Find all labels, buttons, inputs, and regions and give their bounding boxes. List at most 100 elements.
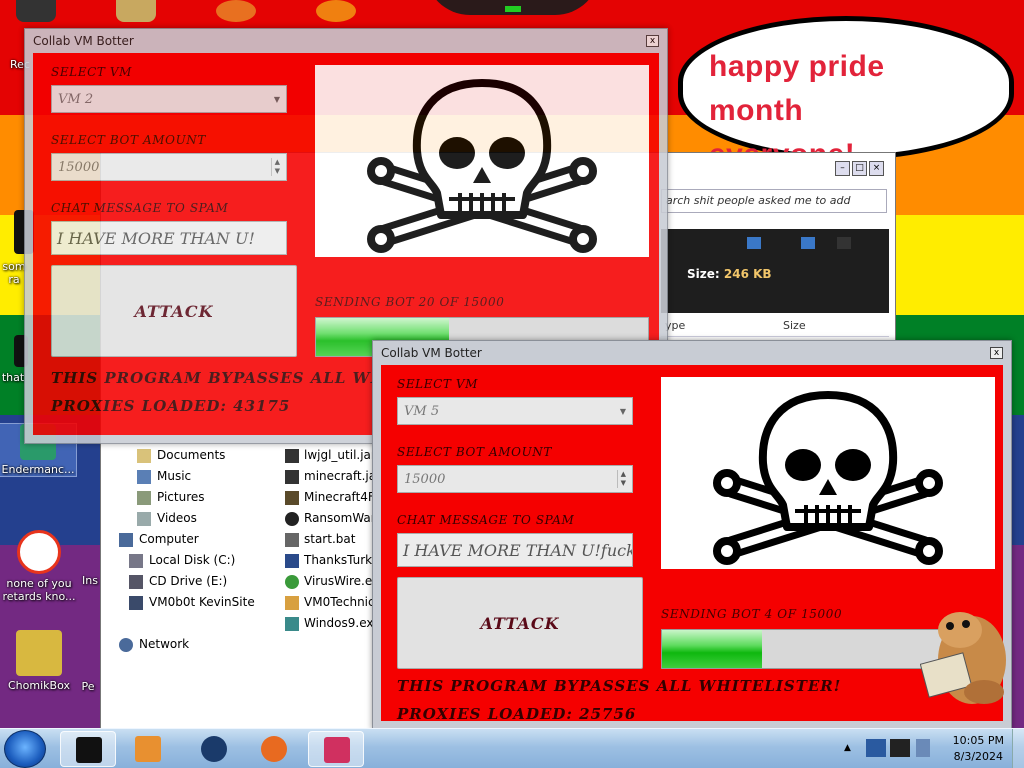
recycle-bin-icon[interactable] <box>16 0 56 22</box>
taskbar-btn-media[interactable] <box>120 731 176 767</box>
device-tray-icon[interactable] <box>890 739 910 757</box>
taskbar-btn-botter[interactable] <box>308 731 364 767</box>
jar-icon <box>285 448 299 463</box>
app-icon[interactable] <box>216 0 256 22</box>
taskbar-btn-firefox[interactable] <box>246 731 302 767</box>
bot-amount-stepper[interactable]: 15000 ▲ ▼ <box>397 465 633 493</box>
desktop-icon-3[interactable]: that <box>0 335 28 384</box>
botter-window-2[interactable]: Collab VM Botter x SELECT VM VM 5 ▼ SELEC… <box>372 340 1012 730</box>
attack-button[interactable]: ATTACK <box>51 265 297 357</box>
stepper-arrows-icon[interactable]: ▲ ▼ <box>616 470 626 488</box>
hamster-icon <box>919 612 1006 704</box>
file-item[interactable]: start.bat <box>285 529 381 550</box>
window-title: Collab VM Botter <box>33 34 134 48</box>
help-icon[interactable] <box>837 237 851 249</box>
clock[interactable]: 10:05 PM 8/3/2024 <box>953 733 1004 765</box>
col-size[interactable]: Size <box>783 319 806 332</box>
chevron-down-icon: ▼ <box>619 406 626 416</box>
taskbar: ▲ 10:05 PM 8/3/2024 <box>0 728 1024 768</box>
minimize-button[interactable]: – <box>835 161 850 176</box>
vm-select[interactable]: VM 2 ▼ <box>51 85 287 113</box>
column-headers: ype Size <box>661 313 889 337</box>
desktop-icon-chomikbox[interactable]: ChomikBox <box>2 630 76 692</box>
nav-computer[interactable]: Computer <box>119 529 279 550</box>
file-item[interactable]: Minecraft4Fr <box>285 487 381 508</box>
media-player-icon <box>135 736 161 762</box>
bubble-line-1: happy pride month <box>709 50 885 127</box>
size-label: Size: <box>687 267 720 281</box>
taskbar-btn-terminal[interactable] <box>60 731 116 767</box>
nav-music[interactable]: Music <box>119 466 279 487</box>
desktop-icon-pe[interactable]: Pe <box>78 680 98 693</box>
desktop-top-icons <box>16 0 356 22</box>
hamster-image <box>919 600 1010 710</box>
nav-local-disk[interactable]: Local Disk (C:) <box>119 550 279 571</box>
close-icon[interactable]: x <box>646 35 659 47</box>
taskbar-btn-globe[interactable] <box>186 731 242 767</box>
nav-label: VM0b0t KevinSite <box>149 595 255 609</box>
chat-message-input[interactable]: I HAVE MORE THAN U! <box>51 221 287 255</box>
file-item[interactable]: VirusWire.exe <box>285 571 381 592</box>
file-name: ThanksTurke <box>304 553 380 567</box>
file-item[interactable]: minecraft.jar <box>285 466 381 487</box>
bypass-text: THIS PROGRAM BYPASSES ALL WHITE <box>51 369 419 387</box>
file-item[interactable]: VM0Technic <box>285 592 381 613</box>
globe-icon <box>201 736 227 762</box>
file-name: minecraft.jar <box>304 469 381 483</box>
bot-amount-value: 15000 <box>58 159 100 175</box>
file-name: RansomWare <box>304 511 381 525</box>
app-icon-2[interactable] <box>316 0 356 22</box>
show-desktop-button[interactable] <box>1012 729 1024 768</box>
minecraft-icon <box>285 490 299 505</box>
app-icon <box>285 553 299 568</box>
nav-cd-drive[interactable]: CD Drive (E:) <box>119 571 279 592</box>
jar-icon <box>285 469 299 484</box>
volume-tray-icon[interactable] <box>916 739 930 757</box>
file-item[interactable]: ThanksTurke <box>285 550 381 571</box>
start-button[interactable] <box>4 730 46 768</box>
skull-icon <box>713 391 943 565</box>
close-button[interactable]: × <box>869 161 884 176</box>
network-tray-icon[interactable] <box>866 739 886 757</box>
file-name: VM0Technic <box>304 595 375 609</box>
file-item[interactable]: Windos9.exe <box>285 613 381 634</box>
folder-icon[interactable] <box>116 0 156 22</box>
chat-message-input[interactable]: I HAVE MORE THAN U!fuck <box>397 533 633 567</box>
view-icon[interactable] <box>747 237 761 249</box>
cd-drive-icon <box>129 574 143 589</box>
attack-button[interactable]: ATTACK <box>397 577 643 669</box>
bot-amount-stepper[interactable]: 15000 ▲ ▼ <box>51 153 287 181</box>
system-tray: ▲ 10:05 PM 8/3/2024 <box>840 729 1024 768</box>
search-input[interactable]: arch shit people asked me to add <box>661 189 887 213</box>
sending-status: SENDING BOT 4 OF 15000 <box>661 607 843 621</box>
file-list: lwjgl_util.jar minecraft.jar Minecraft4F… <box>285 445 381 634</box>
desktop-icon-label: Ins <box>82 574 98 587</box>
desktop-icon-label: Pe <box>81 680 95 693</box>
desktop-icon-label: that <box>1 371 25 384</box>
network-icon <box>119 637 133 652</box>
nav-vm0b0t[interactable]: VM0b0t KevinSite <box>119 592 279 613</box>
desktop-icon-ins[interactable]: Ins <box>80 574 100 587</box>
bot-amount-label: SELECT BOT AMOUNT <box>397 445 553 459</box>
file-name: start.bat <box>304 532 356 546</box>
nav-videos[interactable]: Videos <box>119 508 279 529</box>
nav-network[interactable]: Network <box>119 634 279 655</box>
file-item[interactable]: lwjgl_util.jar <box>285 445 381 466</box>
videos-icon <box>137 511 151 526</box>
file-item[interactable]: RansomWare <box>285 508 381 529</box>
vm-select[interactable]: VM 5 ▼ <box>397 397 633 425</box>
maximize-button[interactable]: □ <box>852 161 867 176</box>
col-type[interactable]: ype <box>665 319 685 332</box>
network-drive-icon <box>129 595 143 610</box>
nav-documents[interactable]: Documents <box>119 445 279 466</box>
close-icon[interactable]: x <box>990 347 1003 359</box>
stepper-arrows-icon[interactable]: ▲ ▼ <box>270 158 280 176</box>
exe-icon <box>285 616 299 631</box>
layout-icon[interactable] <box>801 237 815 249</box>
tray-expand-icon[interactable]: ▲ <box>844 743 851 753</box>
nav-label: Computer <box>139 532 199 546</box>
window-title: Collab VM Botter <box>381 346 482 360</box>
virus-icon <box>285 574 299 589</box>
desktop-icon-none-of-you[interactable]: none of you retards kno... <box>2 530 76 603</box>
nav-pictures[interactable]: Pictures <box>119 487 279 508</box>
